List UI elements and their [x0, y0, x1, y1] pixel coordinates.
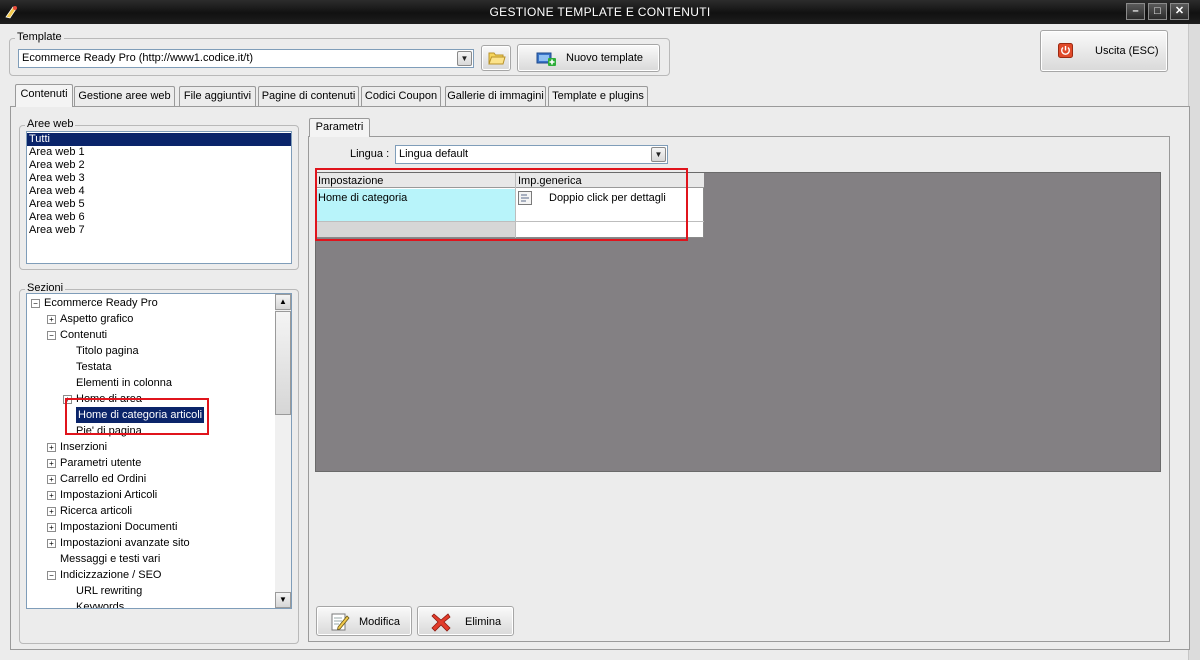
tab-template-e-plugins[interactable]: Template e plugins	[548, 86, 648, 106]
aree-web-list[interactable]: Tutti Area web 1 Area web 2 Area web 3 A…	[26, 131, 292, 264]
tree-node-label: Indicizzazione / SEO	[60, 569, 162, 581]
folder-icon	[488, 52, 506, 65]
tab-gallerie-di-immagini[interactable]: Gallerie di immagini	[445, 86, 546, 106]
sezioni-tree[interactable]: − Ecommerce Ready Pro + Aspetto grafico − Con…	[26, 293, 292, 609]
minimize-icon: –	[1132, 5, 1139, 17]
tree-node-label: Parametri utente	[60, 457, 142, 469]
expand-icon[interactable]: +	[47, 491, 56, 500]
tree-node-label: Titolo pagina	[76, 345, 139, 357]
new-template-label: Nuovo template	[566, 52, 644, 64]
minimize-button[interactable]: –	[1126, 3, 1145, 20]
modifica-button[interactable]: Modifica	[316, 606, 412, 636]
tree-highlight-box	[65, 398, 209, 435]
tab-gestione-aree-web[interactable]: Gestione aree web	[74, 86, 175, 106]
tree-node-label: Keywords	[76, 601, 125, 609]
expand-icon[interactable]: +	[47, 523, 56, 532]
tree-node-label: Inserzioni	[60, 441, 108, 453]
tab-codici-coupon[interactable]: Codici Coupon	[361, 86, 441, 106]
expand-icon[interactable]: +	[47, 459, 56, 468]
template-select-value: Ecommerce Ready Pro (http://www1.codice.…	[22, 52, 254, 64]
lingua-select-value: Lingua default	[399, 148, 469, 160]
tab-label: Pagine di contenuti	[261, 90, 356, 102]
tab-label: Parametri	[315, 121, 364, 133]
lingua-select[interactable]: Lingua default ▼	[395, 145, 668, 164]
tree-node-label: Ricerca articoli	[60, 505, 133, 517]
maximize-icon: □	[1154, 5, 1161, 17]
tree-node-label: Impostazioni avanzate sito	[60, 537, 190, 549]
expand-icon[interactable]: +	[47, 315, 56, 324]
open-folder-button[interactable]	[481, 45, 511, 71]
tree-node-label: Aspetto grafico	[60, 313, 134, 325]
tab-label: File aggiuntivi	[183, 90, 252, 102]
tree-node-label: Testata	[76, 361, 112, 373]
modifica-label: Modifica	[359, 616, 400, 628]
lingua-label: Lingua :	[350, 148, 390, 160]
tree-node-label: Impostazioni Articoli	[60, 489, 158, 501]
elimina-label: Elimina	[465, 616, 502, 628]
tree-node-label: Impostazioni Documenti	[60, 521, 178, 533]
collapse-icon[interactable]: −	[47, 571, 56, 580]
tab-contenuti[interactable]: Contenuti	[15, 84, 73, 107]
tree-node-label: URL rewriting	[76, 585, 143, 597]
close-icon: ✕	[1174, 5, 1185, 17]
tree-node-label: Contenuti	[60, 329, 108, 341]
app-icon	[5, 6, 17, 19]
maximize-button[interactable]: □	[1148, 3, 1167, 20]
expand-icon[interactable]: +	[47, 443, 56, 452]
template-group-label: Template	[15, 31, 64, 43]
window-title: GESTIONE TEMPLATE E CONTENUTI	[489, 5, 711, 19]
chevron-down-icon[interactable]: ▼	[651, 147, 666, 162]
tree-node-label: Elementi in colonna	[76, 377, 173, 389]
elimina-button[interactable]: Elimina	[417, 606, 514, 636]
grid-highlight-box	[315, 168, 688, 241]
list-item[interactable]: Area web 3	[27, 172, 291, 185]
collapse-icon[interactable]: −	[47, 331, 56, 340]
exit-button[interactable]: Uscita (ESC)	[1040, 30, 1168, 72]
tab-label: Template e plugins	[552, 90, 644, 102]
list-item[interactable]: Area web 6	[27, 211, 291, 224]
title-bar: GESTIONE TEMPLATE E CONTENUTI	[0, 0, 1200, 24]
tree-scrollbar[interactable]: ▲ ▼	[275, 294, 291, 608]
tab-label: Contenuti	[20, 88, 68, 100]
exit-label: Uscita (ESC)	[1095, 45, 1159, 57]
tab-label: Gallerie di immagini	[447, 90, 544, 102]
expand-icon[interactable]: +	[47, 539, 56, 548]
aree-web-label: Aree web	[25, 118, 76, 130]
list-item[interactable]: Area web 5	[27, 198, 291, 211]
list-item[interactable]: Area web 4	[27, 185, 291, 198]
new-template-button[interactable]: Nuovo template	[517, 44, 660, 72]
tree-node-label: Messaggi e testi vari	[60, 553, 161, 565]
expand-icon[interactable]: +	[47, 475, 56, 484]
tab-parametri[interactable]: Parametri	[309, 118, 370, 137]
delete-icon	[431, 613, 451, 632]
close-button[interactable]: ✕	[1170, 3, 1189, 20]
tab-pagine-di-contenuti[interactable]: Pagine di contenuti	[258, 86, 359, 106]
scroll-down-button[interactable]: ▼	[275, 592, 291, 608]
chevron-down-icon[interactable]: ▼	[457, 51, 472, 66]
collapse-icon[interactable]: −	[31, 299, 40, 308]
power-icon	[1058, 43, 1073, 58]
scroll-up-button[interactable]: ▲	[275, 294, 291, 310]
expand-icon[interactable]: +	[47, 507, 56, 516]
list-item[interactable]: Area web 1	[27, 146, 291, 159]
template-select[interactable]: Ecommerce Ready Pro (http://www1.codice.…	[18, 49, 474, 68]
tab-label: Codici Coupon	[364, 90, 438, 102]
list-item[interactable]: Area web 2	[27, 159, 291, 172]
list-item[interactable]: Tutti	[27, 133, 291, 146]
tab-file-aggiuntivi[interactable]: File aggiuntivi	[179, 86, 256, 106]
new-template-icon	[536, 52, 556, 66]
edit-icon	[331, 613, 350, 631]
scroll-thumb[interactable]	[275, 311, 291, 415]
tree-node-label: Ecommerce Ready Pro	[44, 297, 158, 309]
tab-label: Gestione aree web	[78, 90, 171, 102]
list-item[interactable]: Area web 7	[27, 224, 291, 237]
tree-node-label: Carrello ed Ordini	[60, 473, 147, 485]
tree-rows: − Ecommerce Ready Pro + Aspetto grafico − Con…	[27, 294, 275, 609]
